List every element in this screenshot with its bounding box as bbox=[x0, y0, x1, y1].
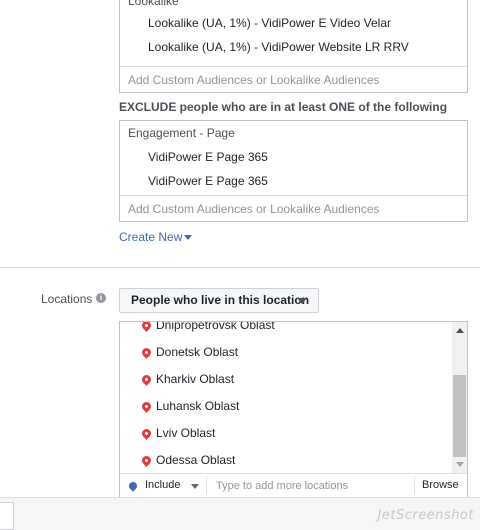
audience-item[interactable]: Lookalike (UA, 1%) - VidiPower E Video V… bbox=[120, 11, 467, 35]
chevron-down-icon bbox=[297, 298, 307, 304]
section-divider bbox=[0, 267, 480, 268]
location-pin-icon bbox=[140, 454, 153, 467]
include-separator bbox=[206, 477, 207, 494]
include-audience-box: Lookalike Lookalike (UA, 1%) - VidiPower… bbox=[119, 0, 468, 93]
location-pin-icon bbox=[140, 427, 153, 440]
lookalike-group-title: Lookalike bbox=[128, 0, 179, 8]
scroll-down-arrow-icon[interactable] bbox=[456, 462, 464, 467]
location-name: Lviv Oblast bbox=[156, 426, 216, 440]
location-list-scrollbar[interactable] bbox=[452, 322, 467, 473]
info-icon[interactable]: i bbox=[96, 293, 106, 303]
scrollbar-thumb[interactable] bbox=[453, 375, 466, 457]
lookalike-group: Lookalike Lookalike (UA, 1%) - VidiPower… bbox=[120, 0, 467, 67]
bottom-bar: JetScreenshot bbox=[0, 497, 480, 530]
caret-down-icon bbox=[184, 235, 193, 240]
include-audience-input[interactable]: Add Custom Audiences or Lookalike Audien… bbox=[120, 67, 467, 93]
locations-label: Locations bbox=[41, 292, 93, 306]
include-select-label[interactable]: Include bbox=[145, 479, 180, 491]
exclude-audience-box: Engagement - Page VidiPower E Page 365 V… bbox=[119, 120, 468, 222]
location-list-box: Dnipropetrovsk Oblast Donetsk Oblast Kha… bbox=[119, 321, 468, 498]
location-pin-icon bbox=[140, 322, 153, 332]
watermark: JetScreenshot bbox=[377, 508, 474, 523]
location-item[interactable]: Odessa Oblast bbox=[120, 447, 453, 474]
location-item[interactable]: Kharkiv Oblast bbox=[120, 366, 453, 393]
location-item[interactable]: Dnipropetrovsk Oblast bbox=[120, 321, 453, 339]
location-pin-icon bbox=[140, 400, 153, 413]
create-new-link[interactable]: Create New bbox=[119, 230, 193, 244]
location-name: Odessa Oblast bbox=[156, 453, 236, 467]
excluded-audience-item[interactable]: VidiPower E Page 365 bbox=[120, 145, 467, 169]
location-item[interactable]: Lviv Oblast bbox=[120, 420, 453, 447]
create-new-label: Create New bbox=[119, 230, 183, 244]
location-list: Dnipropetrovsk Oblast Donetsk Oblast Kha… bbox=[120, 321, 453, 474]
exclude-label: EXCLUDE people who are in at least ONE o… bbox=[119, 100, 448, 114]
include-chevron-down-icon[interactable] bbox=[191, 484, 199, 489]
bottom-left-button[interactable] bbox=[0, 502, 14, 530]
scroll-up-arrow-icon[interactable] bbox=[456, 328, 464, 333]
location-item[interactable]: Luhansk Oblast bbox=[120, 393, 453, 420]
location-name: Donetsk Oblast bbox=[156, 345, 239, 359]
location-type-dropdown[interactable]: People who live in this location bbox=[119, 288, 319, 313]
exclude-audience-input[interactable]: Add Custom Audiences or Lookalike Audien… bbox=[120, 196, 467, 222]
include-pin-icon bbox=[127, 480, 139, 492]
browse-separator bbox=[414, 477, 415, 494]
location-input-bar: Include Browse bbox=[120, 473, 467, 497]
excluded-audience-item[interactable]: VidiPower E Page 365 bbox=[120, 169, 467, 193]
location-name: Kharkiv Oblast bbox=[156, 372, 235, 386]
location-pin-icon bbox=[140, 346, 153, 359]
location-type-value: People who live in this location bbox=[131, 293, 310, 307]
location-name: Dnipropetrovsk Oblast bbox=[156, 321, 275, 332]
location-pin-icon bbox=[140, 373, 153, 386]
engagement-group: Engagement - Page VidiPower E Page 365 V… bbox=[120, 121, 467, 196]
location-name: Luhansk Oblast bbox=[156, 399, 240, 413]
engagement-group-title: Engagement - Page bbox=[128, 126, 235, 140]
audience-item[interactable]: Lookalike (UA, 1%) - VidiPower Website L… bbox=[120, 35, 467, 59]
location-search-input[interactable] bbox=[216, 478, 411, 494]
location-item[interactable]: Donetsk Oblast bbox=[120, 339, 453, 366]
browse-button[interactable]: Browse bbox=[422, 479, 459, 491]
